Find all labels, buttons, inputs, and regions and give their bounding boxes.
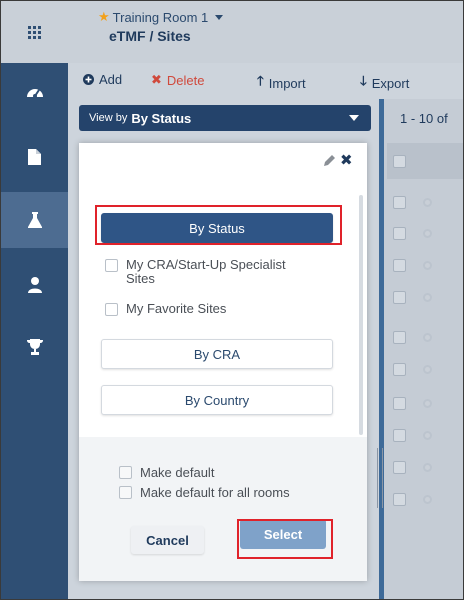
option-checkbox[interactable] [105,259,118,272]
caret-down-icon [349,115,359,121]
room-name: Training Room 1 [112,9,209,25]
nav-awards[interactable] [1,319,68,375]
grid-accent-bar [379,99,384,599]
option-my-favorite-sites[interactable]: My Favorite Sites [105,302,226,316]
room-switcher[interactable]: ★ Training Room 1 [98,9,224,25]
nav-users[interactable] [1,257,68,313]
row-checkbox[interactable] [393,259,406,272]
favorite-star-icon: ★ [98,9,110,24]
make-default-all-option[interactable]: Make default for all rooms [119,485,290,500]
user-icon [27,277,42,293]
highlight-select-button [237,519,333,559]
nav-documents[interactable] [1,129,68,185]
row-checkbox[interactable] [393,363,406,376]
option-checkbox[interactable] [105,303,118,316]
apps-grid-icon [28,25,41,39]
breadcrumb: eTMF / Sites [109,28,191,44]
pencil-icon[interactable] [324,154,336,166]
gear-icon[interactable] [423,495,432,504]
apps-menu-button[interactable] [1,1,68,63]
make-default-checkbox[interactable] [119,466,132,479]
row-checkbox[interactable] [393,227,406,240]
view-by-dropdown[interactable]: View by By Status [79,105,371,131]
option-label: My Favorite Sites [126,301,227,316]
view-by-value: By Status [131,110,192,126]
dashboard-gauge-icon [26,89,43,98]
delete-button[interactable]: ✖ Delete [151,72,204,88]
nav-studies[interactable] [1,192,68,248]
popup-footer: Make default Make default for all rooms … [79,437,367,581]
gear-icon[interactable] [423,463,432,472]
nav-dashboard[interactable] [1,63,68,119]
options-scrollbar[interactable] [359,195,363,435]
pagination-range: 1 - 10 of [400,111,448,126]
make-default-all-checkbox[interactable] [119,486,132,499]
option-label: By CRA [193,346,241,362]
row-checkbox[interactable] [393,196,406,209]
cancel-button[interactable]: Cancel [131,526,204,554]
close-icon[interactable]: ✖ [340,151,353,169]
app-window: ★ Training Room 1 eTMF / Sites Add ✖ Del… [0,0,464,600]
trophy-icon [26,339,43,355]
export-button-label: Export [371,75,410,91]
add-button[interactable]: Add [83,72,122,87]
import-button[interactable]: 🡑 Import [257,72,306,94]
row-checkbox[interactable] [393,331,406,344]
option-by-country[interactable]: By Country [101,385,333,415]
nav-rail [1,1,68,599]
pane-resize-handle[interactable] [377,448,383,508]
row-checkbox[interactable] [393,461,406,474]
row-checkbox[interactable] [393,493,406,506]
view-by-prefix: View by [89,112,128,124]
select-all-checkbox[interactable] [393,155,406,168]
option-label: By Country [184,392,250,408]
import-button-label: Import [268,75,306,91]
app-header: ★ Training Room 1 eTMF / Sites [68,1,463,63]
option-label: My CRA/Start-Up Specialist Sites [126,257,286,286]
export-button[interactable]: 🡓 Export [360,72,409,94]
option-by-cra[interactable]: By CRA [101,339,333,369]
gear-icon[interactable] [423,261,432,270]
chevron-down-icon [215,14,224,20]
flask-icon [27,212,42,228]
highlight-by-status [95,205,342,245]
gear-icon[interactable] [423,293,432,302]
gear-icon[interactable] [423,198,432,207]
row-checkbox[interactable] [393,291,406,304]
make-default-label: Make default [140,465,215,480]
toolbar: Add ✖ Delete 🡑 Import 🡓 Export [68,63,463,99]
make-default-option[interactable]: Make default [119,465,214,480]
plus-circle-icon [83,74,94,85]
document-icon [28,149,41,165]
row-checkbox[interactable] [393,397,406,410]
add-button-label: Add [99,72,123,87]
arrow-down-icon: 🡓 [360,73,367,88]
gear-icon[interactable] [423,399,432,408]
row-checkbox[interactable] [393,429,406,442]
x-icon: ✖ [151,72,162,87]
popup-header: ✖ [79,143,367,179]
delete-button-label: Delete [166,72,205,88]
arrow-up-icon: 🡑 [257,73,264,88]
gear-icon[interactable] [423,229,432,238]
gear-icon[interactable] [423,431,432,440]
make-default-all-label: Make default for all rooms [140,485,290,500]
gear-icon[interactable] [423,365,432,374]
gear-icon[interactable] [423,333,432,342]
option-my-cra-sites[interactable]: My CRA/Start-Up Specialist Sites [105,258,316,286]
